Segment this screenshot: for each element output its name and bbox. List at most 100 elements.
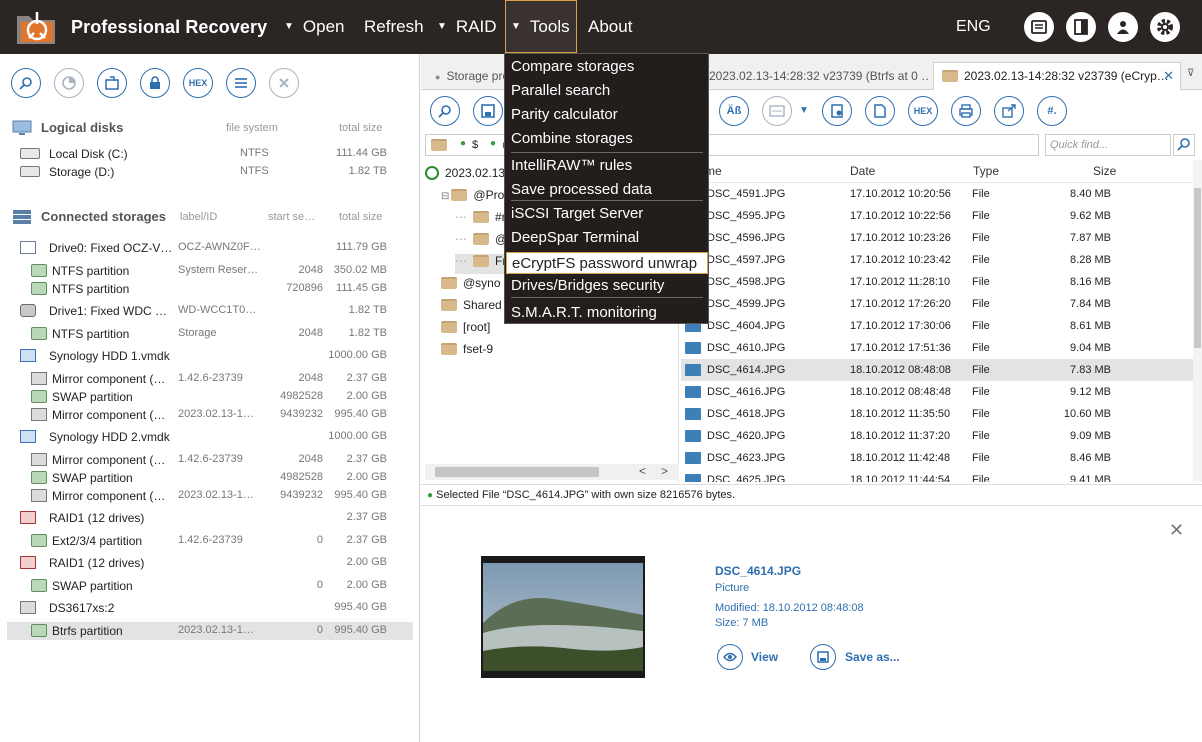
file-row[interactable]: DSC_4604.JPG 17.10.2012 17:30:06 File 8.61 … (681, 315, 1193, 337)
file-row[interactable]: DSC_4596.JPG 17.10.2012 10:23:26 File 7.87 … (681, 227, 1193, 249)
tree-node[interactable]: @syno (441, 276, 501, 296)
user-button[interactable] (1108, 12, 1138, 42)
tools-menu-item[interactable]: Parity calculator (511, 106, 618, 128)
hex-button[interactable]: HEX (183, 68, 213, 98)
save-button[interactable] (473, 96, 503, 126)
file-row[interactable]: DSC_4598.JPG 17.10.2012 11:28:10 File 8.16 … (681, 271, 1193, 293)
menu-tools[interactable]: ▼ Tools (505, 0, 577, 53)
file-row[interactable]: DSC_4620.JPG 18.10.2012 11:37:20 File 9.09 … (681, 425, 1193, 447)
storage-row[interactable]: NTFS partition Storage 2048 1.82 TB (7, 325, 413, 343)
storage-row[interactable]: DS3617xs:2 995.40 GB (7, 599, 413, 617)
logical-disk-row[interactable]: Local Disk (C:) NTFS 111.44 GB (0, 145, 420, 163)
log-button[interactable] (1024, 12, 1054, 42)
storage-row[interactable]: SWAP partition 0 2.00 GB (7, 577, 413, 595)
image-thumbnail[interactable] (481, 556, 645, 678)
file-row[interactable]: DSC_4597.JPG 17.10.2012 10:23:42 File 8.28 … (681, 249, 1193, 271)
language-selector[interactable]: ENG (956, 18, 991, 36)
close-preview-icon[interactable]: ✕ (1169, 520, 1184, 541)
storage-row[interactable]: NTFS partition System Reser… 2048 350.02 MB (7, 262, 413, 280)
quick-find-button[interactable] (1173, 134, 1195, 156)
collapse-icon[interactable]: ⊟ (441, 191, 449, 202)
tree-horizontal-scrollbar[interactable]: < > (425, 464, 679, 480)
col-date[interactable]: Date (850, 164, 875, 178)
tools-menu-item[interactable]: IntelliRAW™ rules (511, 157, 632, 179)
logical-disk-row[interactable]: Storage (D:) NTFS 1.82 TB (0, 163, 420, 181)
tools-menu-item[interactable]: DeepSpar Terminal (511, 229, 639, 251)
storage-row[interactable]: Mirror component (… 2023.02.13-1… 9439232 9… (7, 406, 413, 424)
file-row[interactable]: DSC_4591.JPG 17.10.2012 10:20:56 File 8.40 … (681, 183, 1193, 205)
save-as-button[interactable]: Save as... (810, 644, 910, 670)
file-row[interactable]: DSC_4618.JPG 18.10.2012 11:35:50 File 10.60… (681, 403, 1193, 425)
tab-ecryptfs[interactable]: 2023.02.13-14:28:32 v23739 (eCryp… ✕ (933, 62, 1181, 90)
file-view-button[interactable] (865, 96, 895, 126)
tab-btrfs[interactable]: 2023.02.13-14:28:32 v23739 (Btrfs at 0 … (709, 62, 929, 90)
close-tab-icon[interactable]: ✕ (1163, 68, 1174, 84)
tools-menu-item[interactable]: eCryptFS password unwrap (506, 252, 708, 274)
storage-row[interactable]: RAID1 (12 drives) 2.37 GB (7, 509, 413, 527)
tools-menu-item[interactable]: iSCSI Target Server (511, 205, 643, 227)
scan-button[interactable] (54, 68, 84, 98)
tools-menu-item[interactable]: Combine storages (511, 130, 633, 152)
storage-row[interactable]: Mirror component (… 1.42.6-23739 2048 2.37 … (7, 370, 413, 388)
properties-button[interactable] (822, 96, 852, 126)
path-segment-1[interactable]: $ (472, 139, 478, 151)
settings-button[interactable] (1150, 12, 1180, 42)
storage-row[interactable]: Synology HDD 2.vmdk 1000.00 GB (7, 428, 413, 446)
search-storage-button[interactable] (11, 68, 41, 98)
storage-row[interactable]: Btrfs partition 2023.02.13-1… 0 995.40 GB (7, 622, 413, 640)
open-image-button[interactable] (97, 68, 127, 98)
scroll-left-icon[interactable]: < (639, 464, 646, 478)
storage-row[interactable]: Drive0: Fixed OCZ-V… OCZ-AWNZ0F… 111.79 GB (7, 239, 413, 257)
storage-row[interactable]: SWAP partition 4982528 2.00 GB (7, 388, 413, 406)
tree-node[interactable]: fset-9 (441, 342, 493, 362)
storage-row[interactable]: NTFS partition 720896 111.45 GB (7, 280, 413, 298)
storage-row[interactable]: Ext2/3/4 partition 1.42.6-23739 0 2.37 GB (7, 532, 413, 550)
list-button[interactable] (226, 68, 256, 98)
storage-row[interactable]: Drive1: Fixed WDC … WD-WCC1T0… 1.82 TB (7, 302, 413, 320)
storage-row[interactable]: Mirror component (… 2023.02.13-1… 9439232 9… (7, 487, 413, 505)
tree-node[interactable]: [root] (441, 320, 490, 340)
storage-row[interactable]: Synology HDD 1.vmdk 1000.00 GB (7, 347, 413, 365)
tools-menu-item[interactable]: Drives/Bridges security (511, 277, 664, 299)
menu-open[interactable]: ▼ Open (284, 17, 345, 37)
file-row[interactable]: DSC_4614.JPG 18.10.2012 08:48:08 File 7.83 … (681, 359, 1193, 381)
storage-row[interactable]: Mirror component (… 1.42.6-23739 2048 2.37 … (7, 451, 413, 469)
storage-row[interactable]: SWAP partition 4982528 2.00 GB (7, 469, 413, 487)
menu-raid[interactable]: ▼ RAID (437, 17, 497, 37)
panel-toggle-button[interactable] (1066, 12, 1096, 42)
tab-storage[interactable]: ● Storage pro… (429, 62, 509, 90)
file-row[interactable]: DSC_4623.JPG 18.10.2012 11:42:48 File 8.46 … (681, 447, 1193, 469)
storage-row[interactable]: RAID1 (12 drives) 2.00 GB (7, 554, 413, 572)
file-row[interactable]: DSC_4625.JPG 18.10.2012 11:44:54 File 9.41 … (681, 469, 1193, 482)
tools-menu-item[interactable]: S.M.A.R.T. monitoring (511, 304, 657, 326)
hex-view-button[interactable]: HEX (908, 96, 938, 126)
col-type[interactable]: Type (973, 164, 999, 178)
lock-button[interactable] (140, 68, 170, 98)
scroll-right-icon[interactable]: > (661, 464, 668, 478)
hash-button[interactable]: #. (1037, 96, 1067, 126)
charset-button[interactable]: Äß (719, 96, 749, 126)
file-list-scrollbar[interactable] (1193, 160, 1202, 482)
close-storage-button[interactable] (269, 68, 299, 98)
file-row[interactable]: DSC_4595.JPG 17.10.2012 10:22:56 File 9.62 … (681, 205, 1193, 227)
view-mode-dropdown-icon[interactable]: ▼ (799, 105, 809, 116)
export-button[interactable] (994, 96, 1024, 126)
file-row[interactable]: DSC_4616.JPG 18.10.2012 08:48:48 File 9.12 … (681, 381, 1193, 403)
quick-find-input[interactable]: Quick find... (1045, 134, 1171, 156)
menu-refresh[interactable]: Refresh (364, 17, 424, 37)
scroll-thumb[interactable] (435, 467, 599, 477)
view-button[interactable]: View (717, 644, 787, 670)
col-size[interactable]: Size (1093, 164, 1116, 178)
tree-node[interactable]: Shared (441, 298, 502, 318)
menu-about[interactable]: About (588, 17, 632, 37)
view-mode-button[interactable] (762, 96, 792, 126)
scroll-thumb[interactable] (1194, 188, 1201, 348)
tools-menu-item[interactable]: Parallel search (511, 82, 610, 104)
tools-menu-item[interactable]: Compare storages (511, 58, 634, 80)
tabs-overflow-icon[interactable]: ⊽ (1187, 68, 1194, 79)
tree-node[interactable]: 2023.02.13- (425, 166, 509, 186)
file-row[interactable]: DSC_4610.JPG 17.10.2012 17:51:36 File 9.04 … (681, 337, 1193, 359)
print-button[interactable] (951, 96, 981, 126)
find-button[interactable] (430, 96, 460, 126)
file-row[interactable]: DSC_4599.JPG 17.10.2012 17:26:20 File 7.84 … (681, 293, 1193, 315)
